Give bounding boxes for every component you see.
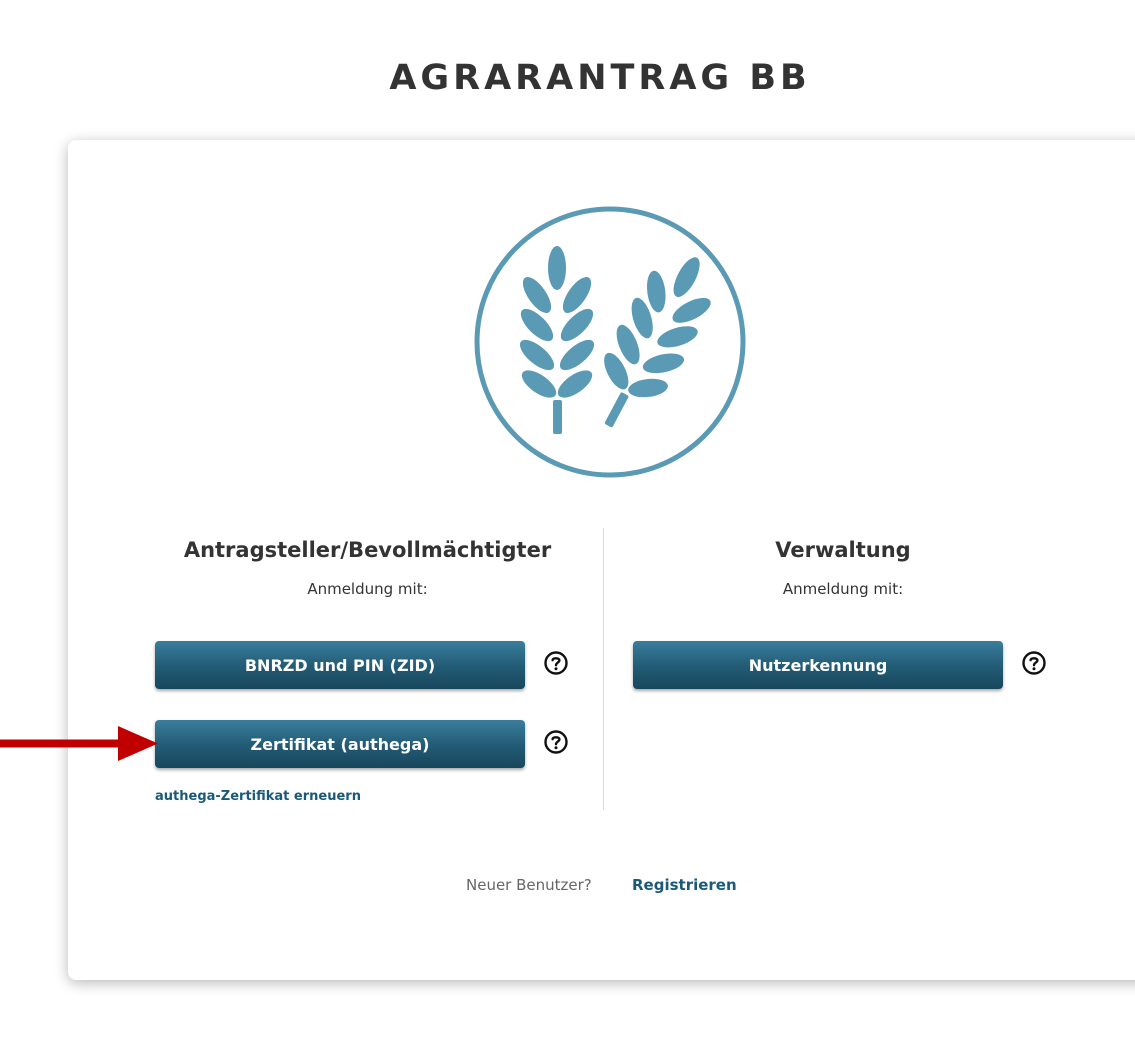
administration-heading: Verwaltung: [775, 538, 911, 562]
renew-certificate-link[interactable]: authega-Zertifikat erneuern: [155, 789, 361, 804]
user-id-login-button[interactable]: Nutzerkennung: [633, 641, 1003, 689]
help-icon[interactable]: [1021, 650, 1047, 676]
certificate-authega-login-button[interactable]: Zertifikat (authega): [155, 720, 525, 768]
new-user-question: Neuer Benutzer?: [466, 876, 592, 894]
annotation-arrow-icon: [0, 726, 158, 761]
page-title: AGRARANTRAG BB: [389, 58, 811, 98]
administration-subheading: Anmeldung mit:: [782, 580, 904, 598]
help-icon[interactable]: [543, 729, 569, 755]
bnrzd-pin-login-button[interactable]: BNRZD und PIN (ZID): [155, 641, 525, 689]
column-divider: [603, 528, 604, 810]
login-page: AGRARANTRAG BB Antragsteller/Bevollmächt…: [0, 0, 1135, 1052]
applicant-subheading: Anmeldung mit:: [307, 580, 428, 598]
help-icon[interactable]: [543, 650, 569, 676]
applicant-heading: Antragsteller/Bevollmächtigter: [183, 538, 552, 562]
register-link[interactable]: Registrieren: [632, 876, 737, 894]
wheat-logo-icon: [474, 206, 746, 478]
